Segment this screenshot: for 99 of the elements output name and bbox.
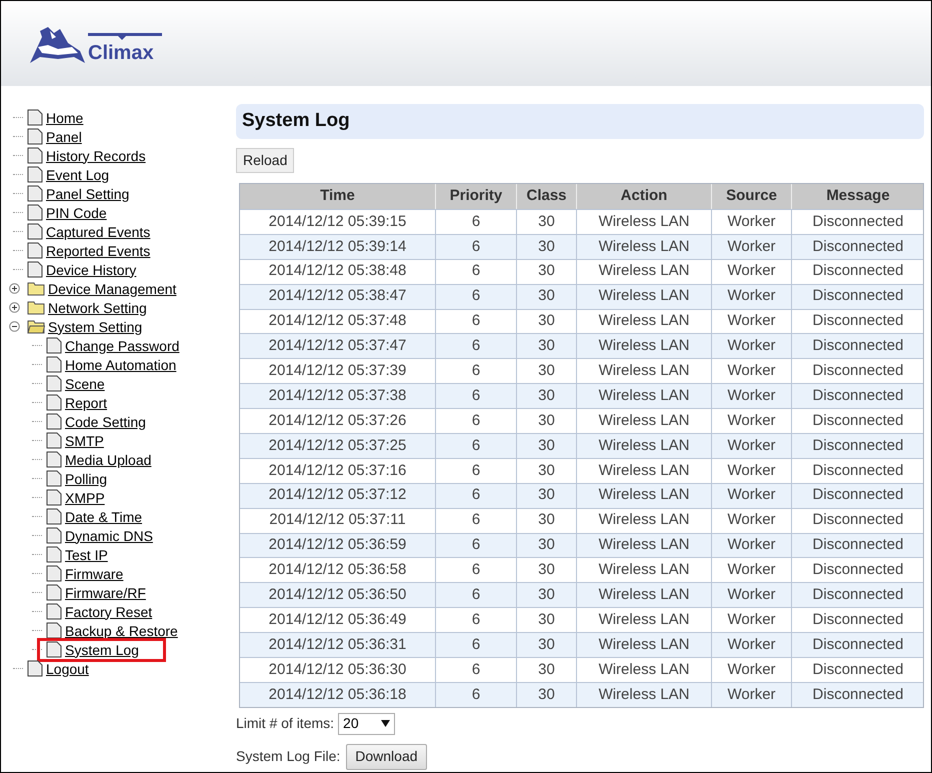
tree-link[interactable]: Change Password	[65, 336, 180, 354]
page-icon	[46, 565, 62, 582]
tree-link[interactable]: Reported Events	[46, 242, 150, 260]
page-icon	[27, 223, 43, 240]
open-folder-icon	[27, 319, 45, 334]
page-icon	[27, 261, 43, 278]
table-cell-text: 2014/12/12 05:36:49	[268, 610, 408, 630]
dropdown-caret-icon	[381, 720, 390, 728]
table-cell: 30	[516, 682, 576, 707]
log-file-label: System Log File:	[236, 747, 340, 766]
download-button[interactable]: Download	[346, 744, 427, 770]
page-icon	[46, 527, 62, 544]
table-cell-text: 2014/12/12 05:38:47	[268, 286, 408, 306]
page-icon	[46, 394, 62, 411]
page-icon	[46, 375, 62, 392]
tree-link[interactable]: SMTP	[65, 432, 104, 450]
folder-icon	[27, 300, 45, 315]
tree-link[interactable]: Panel Setting	[46, 184, 130, 202]
table-cell-text: 2014/12/12 05:37:48	[268, 311, 408, 332]
page-icon	[46, 356, 62, 373]
expand-icon[interactable]	[9, 283, 20, 294]
tree-link[interactable]: PIN Code	[46, 204, 107, 222]
table-cell-text: 2014/12/12 05:39:15	[268, 212, 408, 232]
table-cell-text: 2014/12/12 05:37:26	[268, 410, 408, 431]
highlighted-tree-item[interactable]: System Log	[40, 640, 163, 658]
page-icon	[27, 204, 43, 221]
tree-link[interactable]: Panel	[46, 128, 82, 146]
page-icon	[46, 546, 62, 563]
page-icon	[46, 603, 62, 620]
tree-link[interactable]: Code Setting	[65, 412, 146, 430]
tree-link[interactable]: Logout	[46, 660, 89, 678]
tree-link[interactable]: History Records	[46, 146, 146, 164]
page-icon	[46, 451, 62, 468]
page-icon	[27, 147, 43, 164]
tree-link[interactable]: XMPP	[65, 488, 105, 506]
page-icon	[27, 660, 43, 677]
folder-icon	[27, 281, 45, 296]
reload-button[interactable]: Reload	[236, 148, 294, 173]
page-icon	[27, 166, 43, 183]
tree-link[interactable]: Firmware	[65, 564, 124, 582]
table-cell-text: 2014/12/12 05:37:11	[268, 510, 407, 530]
tree-link[interactable]: Home Automation	[65, 356, 176, 374]
tree-link[interactable]: System Log	[65, 640, 139, 658]
limit-select[interactable]: 20	[338, 712, 396, 735]
table-cell: Wireless LAN	[576, 682, 711, 707]
page-icon	[46, 470, 62, 487]
page-icon	[27, 242, 43, 259]
tree-link[interactable]: Backup & Restore	[65, 622, 178, 640]
page-icon	[46, 641, 62, 658]
tree-link[interactable]: System Setting	[48, 318, 142, 336]
page-icon	[27, 109, 43, 126]
logo-bar-icon	[88, 32, 162, 40]
tree-link[interactable]: Date & Time	[65, 508, 142, 526]
limit-label: Limit # of items:	[236, 714, 334, 734]
table-cell-text: 2014/12/12 05:36:18	[268, 684, 408, 705]
page-icon	[46, 622, 62, 639]
tree-link[interactable]: Firmware/RF	[65, 584, 146, 602]
collapse-icon[interactable]	[9, 321, 20, 332]
table-cell-text: 2014/12/12 05:37:25	[268, 436, 408, 456]
page-title: System Log	[242, 109, 350, 134]
expand-icon[interactable]	[9, 302, 20, 313]
tree-link[interactable]: Scene	[65, 374, 105, 392]
page-icon	[46, 584, 62, 601]
table-cell-text: 2014/12/12 05:36:59	[268, 535, 408, 556]
table-cell-text: 2014/12/12 05:36:31	[268, 634, 408, 655]
logo-text: Climax	[88, 40, 154, 64]
table-cell-text: 2014/12/12 05:37:12	[268, 485, 408, 506]
page-icon	[46, 508, 62, 525]
tree-link[interactable]: Media Upload	[65, 450, 152, 468]
table-cell: Worker	[711, 682, 791, 707]
page-icon	[46, 413, 62, 430]
page-icon	[27, 128, 43, 145]
tree-link[interactable]: Dynamic DNS	[65, 526, 153, 544]
table-cell-text: 2014/12/12 05:37:39	[268, 361, 408, 382]
page-icon	[27, 185, 43, 202]
tree-link[interactable]: Device History	[46, 260, 136, 278]
tree-link[interactable]: Polling	[65, 470, 108, 488]
tree-link[interactable]: Device Management	[48, 280, 176, 298]
tree-link[interactable]: Captured Events	[46, 222, 150, 240]
table-cell-text: 2014/12/12 05:36:58	[268, 560, 408, 580]
column-header: Time	[319, 186, 356, 206]
table-cell-text: 2014/12/12 05:36:30	[268, 660, 408, 680]
tree-link[interactable]: Test IP	[65, 546, 108, 564]
page-icon	[46, 489, 62, 506]
table-cell: Disconnected	[791, 682, 924, 707]
page-icon	[46, 337, 62, 354]
table-cell-text: 2014/12/12 05:36:50	[268, 585, 408, 606]
tree-link[interactable]: Report	[65, 394, 108, 412]
tree-link[interactable]: Home	[46, 108, 84, 126]
table-cell-text: 2014/12/12 05:39:14	[268, 236, 408, 257]
table-cell-text: 2014/12/12 05:37:16	[268, 460, 408, 481]
tree-link[interactable]: Event Log	[46, 166, 110, 184]
tree-link[interactable]: Network Setting	[48, 298, 147, 316]
table-cell-text: 2014/12/12 05:38:48	[268, 261, 408, 282]
tree-link[interactable]: Factory Reset	[65, 602, 152, 620]
table-cell: 6	[435, 682, 516, 707]
page-icon	[46, 432, 62, 449]
table-cell-text: 2014/12/12 05:37:38	[268, 386, 408, 406]
table-cell-text: 2014/12/12 05:37:47	[268, 336, 408, 356]
